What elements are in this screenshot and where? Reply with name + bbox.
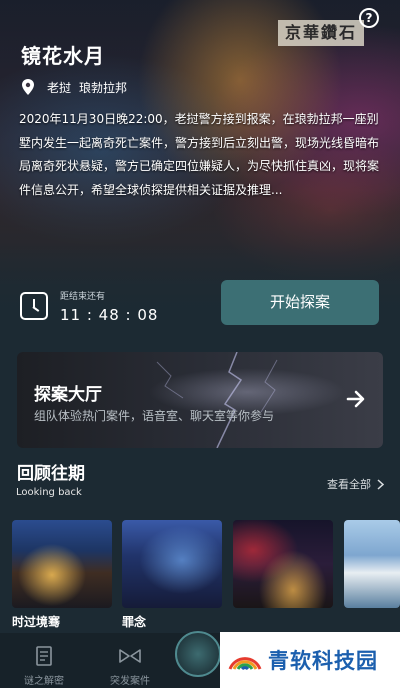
past-case-thumbnail-2[interactable] <box>122 520 222 608</box>
watermark-text: 青软科技园 <box>268 649 378 673</box>
past-case-caption-2: 罪念 <box>122 615 147 629</box>
watermark: 青软科技园 <box>220 632 400 688</box>
tab-sudden-case-label: 突发案件 <box>110 676 150 687</box>
view-all-link[interactable]: 查看全部 <box>327 476 384 492</box>
clock-icon <box>20 292 48 320</box>
background-sign: 京華鑽石 <box>278 20 364 46</box>
case-description: 2020年11月30日晚22:00，老挝警方接到报案，在琅勃拉邦一座别墅内发生一… <box>19 112 380 197</box>
past-case-thumbnail-1[interactable] <box>12 520 112 608</box>
location-country: 老挝 <box>47 80 72 95</box>
countdown: 距结束还有 11 : 48 : 08 <box>20 286 158 326</box>
location-pin-icon <box>22 79 34 95</box>
countdown-label: 距结束还有 <box>60 291 106 302</box>
lightning-decoration <box>156 352 278 448</box>
case-hall-subtitle: 组队体验热门案件，语音室、聊天室等你参与 <box>34 409 275 423</box>
bowtie-icon <box>119 649 141 663</box>
case-location: 老挝 琅勃拉邦 <box>21 77 127 97</box>
case-hall-card[interactable]: 探案大厅 组队体验热门案件，语音室、聊天室等你参与 <box>17 352 383 448</box>
location-city: 琅勃拉邦 <box>79 80 128 95</box>
watermark-logo <box>228 657 262 671</box>
tab-sudden-case[interactable]: 突发案件 <box>100 645 160 687</box>
center-emblem-button[interactable] <box>175 631 221 677</box>
review-section-title: 回顾往期 <box>17 464 85 484</box>
case-title: 镜花水月 <box>21 44 105 68</box>
past-case-thumbnail-3[interactable] <box>233 520 333 608</box>
tab-puzzle-decrypt[interactable]: 谜之解密 <box>14 645 74 687</box>
view-all-label: 查看全部 <box>327 478 371 491</box>
help-button[interactable]: ? <box>359 8 379 28</box>
arrow-right-icon[interactable] <box>346 389 366 409</box>
chevron-right-icon <box>377 478 384 490</box>
review-section-subtitle: Looking back <box>16 487 82 498</box>
past-case-thumbnail-4[interactable] <box>344 520 400 608</box>
case-hall-title: 探案大厅 <box>34 385 102 405</box>
document-icon <box>36 646 52 666</box>
past-case-caption-1: 时过境骞 <box>12 615 61 629</box>
tab-puzzle-decrypt-label: 谜之解密 <box>24 676 64 687</box>
countdown-value: 11 : 48 : 08 <box>60 305 159 324</box>
start-investigation-button[interactable]: 开始探案 <box>221 280 379 325</box>
